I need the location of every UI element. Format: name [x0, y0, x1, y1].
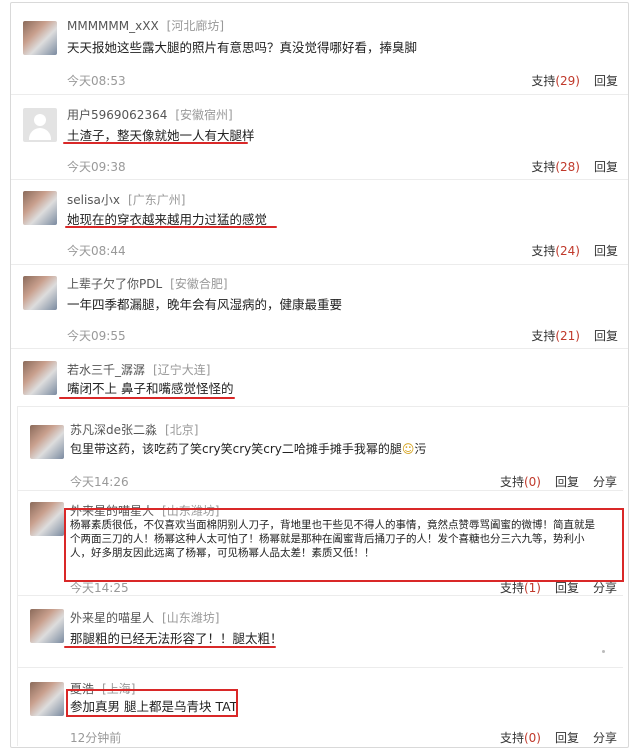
- reply-button[interactable]: 回复: [594, 74, 618, 88]
- share-button[interactable]: 分享: [593, 731, 617, 745]
- red-box-annotation: [64, 508, 624, 582]
- comment-text: 包里带这药，该吃药了笑cry笑cry笑cry二哈摊手摊手我幂的腿☺污: [70, 442, 427, 456]
- user-location: [北京]: [165, 423, 199, 437]
- comment-actions: 支持(24) 回复: [531, 242, 618, 259]
- support-button[interactable]: 支持(0): [500, 475, 541, 489]
- support-count: (29): [555, 74, 580, 88]
- support-count: (0): [523, 475, 541, 489]
- red-underline-annotation: [59, 397, 235, 399]
- comment-time: 今天14:26: [70, 475, 129, 489]
- username[interactable]: 用户5969062364 [安徽宿州]: [67, 106, 233, 123]
- support-button[interactable]: 支持(24): [531, 244, 580, 258]
- comment-time: 12分钟前: [70, 731, 122, 745]
- avatar[interactable]: [23, 276, 57, 310]
- username[interactable]: selisa小x [广东广州]: [67, 191, 185, 208]
- reply-button[interactable]: 回复: [555, 475, 579, 489]
- user-location: [安徽宿州]: [175, 108, 233, 122]
- comment-actions: 支持(1) 回复 分享: [500, 579, 617, 596]
- reply-button[interactable]: 回复: [594, 160, 618, 174]
- red-underline-annotation: [65, 226, 277, 228]
- comment-time: 今天08:44: [67, 244, 126, 258]
- red-box-annotation: [66, 689, 238, 717]
- avatar[interactable]: [30, 502, 64, 536]
- support-count: (24): [555, 244, 580, 258]
- comment-actions: 支持(0) 回复 分享: [500, 473, 617, 490]
- default-avatar-icon[interactable]: [23, 108, 57, 142]
- username[interactable]: 上辈子欠了你PDL [安徽合肥]: [67, 275, 228, 292]
- user-location: [安徽合肥]: [170, 277, 228, 291]
- comment-time: 今天09:55: [67, 329, 126, 343]
- avatar[interactable]: [23, 361, 57, 395]
- share-button[interactable]: 分享: [593, 475, 617, 489]
- avatar[interactable]: [23, 21, 57, 55]
- share-button[interactable]: 分享: [593, 581, 617, 595]
- support-button[interactable]: 支持(0): [500, 731, 541, 745]
- user-location: [广东广州]: [128, 193, 186, 207]
- support-count: (28): [555, 160, 580, 174]
- emoji-icon: ☺: [401, 442, 415, 456]
- support-button[interactable]: 支持(29): [531, 74, 580, 88]
- user-location: [河北廊坊]: [166, 19, 225, 33]
- support-button[interactable]: 支持(28): [531, 160, 580, 174]
- comment-item: 若水三千_潺潺 [辽宁大连] 嘴闭不上 鼻子和嘴感觉怪怪的: [11, 348, 628, 406]
- reply-thread: 苏凡深de张二淼 [北京] 包里带这药，该吃药了笑cry笑cry笑cry二哈摊手摊…: [17, 406, 629, 746]
- comment-actions: 支持(0) 回复 分享: [500, 729, 617, 746]
- comment-text: 天天报她这些露大腿的照片有意思吗？真没觉得哪好看，捧臭脚: [67, 40, 418, 55]
- comment-text: 嘴闭不上 鼻子和嘴感觉怪怪的: [67, 381, 234, 396]
- reply-item: 外来星的喵星人 [山东潍坊] 杨幂素质很低，不仅喜欢当面棉阴别人刀子，背地里也干些…: [18, 490, 624, 596]
- dot-marker: [602, 650, 605, 653]
- comment-time: 今天08:53: [67, 74, 126, 88]
- red-underline-annotation: [63, 142, 248, 144]
- username[interactable]: MMMMMM_xXX [河北廊坊]: [67, 17, 224, 34]
- comment-page: MMMMMM_xXX [河北廊坊] 天天报她这些露大腿的照片有意思吗？真没觉得哪好…: [0, 0, 639, 750]
- comment-time: 今天14:25: [70, 581, 129, 595]
- username[interactable]: 苏凡深de张二淼 [北京]: [70, 421, 198, 438]
- comment-actions: 支持(28) 回复: [531, 158, 618, 175]
- comment-item: 用户5969062364 [安徽宿州] 土渣子，整天像就她一人有大腿样 今天09:…: [11, 94, 628, 180]
- reply-button[interactable]: 回复: [594, 329, 618, 343]
- comment-item: 上辈子欠了你PDL [安徽合肥] 一年四季都漏腿，晚年会有风湿病的，健康最重要 今…: [11, 264, 628, 349]
- comment-time: 今天09:38: [67, 160, 126, 174]
- support-count: (21): [555, 329, 580, 343]
- comment-item: MMMMMM_xXX [河北廊坊] 天天报她这些露大腿的照片有意思吗？真没觉得哪好…: [11, 3, 628, 95]
- comment-actions: 支持(21) 回复: [531, 327, 618, 344]
- reply-item: 苏凡深de张二淼 [北京] 包里带这药，该吃药了笑cry笑cry笑cry二哈摊手摊…: [18, 407, 623, 491]
- comment-actions: 支持(29) 回复: [531, 72, 618, 89]
- avatar[interactable]: [23, 191, 57, 225]
- reply-item: 夏浩 [上海] 参加真男 腿上都是乌青块 TAT 12分钟前 支持(0) 回复 分享: [18, 667, 623, 745]
- user-location: [辽宁大连]: [153, 363, 211, 377]
- support-button[interactable]: 支持(1): [500, 581, 541, 595]
- username[interactable]: 若水三千_潺潺 [辽宁大连]: [67, 361, 210, 378]
- reply-button[interactable]: 回复: [555, 731, 579, 745]
- username[interactable]: 外来星的喵星人 [山东潍坊]: [70, 609, 219, 626]
- comment-text: 一年四季都漏腿，晚年会有风湿病的，健康最重要: [67, 297, 343, 312]
- reply-item: 外来星的喵星人 [山东潍坊] 那腿粗的已经无法形容了！！腿太粗！: [18, 595, 623, 668]
- comment-list: MMMMMM_xXX [河北廊坊] 天天报她这些露大腿的照片有意思吗？真没觉得哪好…: [10, 2, 629, 748]
- support-button[interactable]: 支持(21): [531, 329, 580, 343]
- comment-item: selisa小x [广东广州] 她现在的穿衣越来越用力过猛的感觉 今天08:44 …: [11, 179, 628, 265]
- avatar[interactable]: [30, 425, 64, 459]
- avatar[interactable]: [30, 682, 64, 716]
- reply-button[interactable]: 回复: [594, 244, 618, 258]
- user-location: [山东潍坊]: [162, 611, 220, 625]
- support-count: (0): [523, 731, 541, 745]
- comment-text: 那腿粗的已经无法形容了！！腿太粗！: [70, 631, 283, 646]
- red-underline-annotation: [64, 646, 276, 648]
- support-count: (1): [523, 581, 541, 595]
- avatar[interactable]: [30, 609, 64, 643]
- reply-button[interactable]: 回复: [555, 581, 579, 595]
